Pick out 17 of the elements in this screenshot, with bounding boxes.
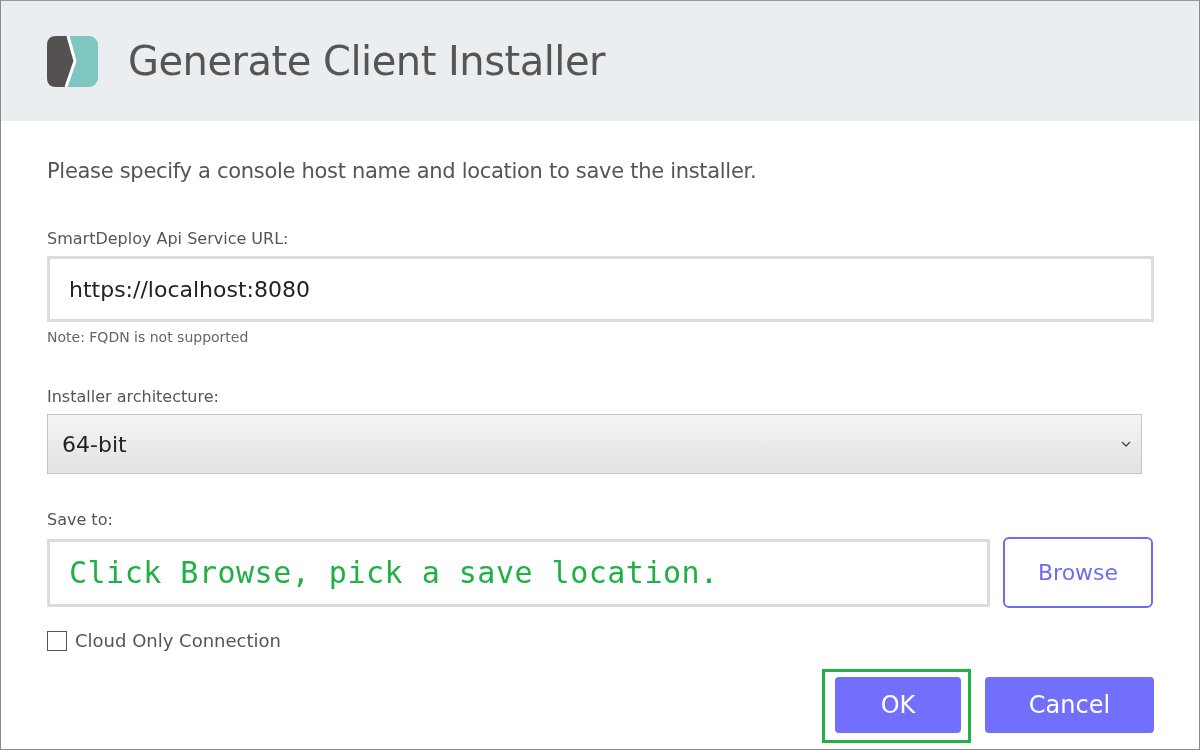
save-path-field[interactable]: Click Browse, pick a save location. [47, 538, 991, 607]
checkbox-label: Cloud Only Connection [75, 630, 281, 651]
instruction-text: Please specify a console host name and location to save the installer. [47, 159, 758, 183]
checkbox[interactable] [47, 630, 67, 651]
url-input-field[interactable]: https://localhost:8080 [47, 256, 1154, 322]
annotation-text: Click Browse, pick a save location. [69, 555, 719, 590]
note-text: Note: FQDN is not supported [47, 329, 250, 345]
browse-button[interactable]: Browse [1003, 537, 1153, 608]
cancel-button[interactable]: Cancel [985, 677, 1154, 733]
field-label: Installer architecture: [47, 387, 220, 406]
window-title: Generate Client Installer [128, 38, 605, 84]
chevron-down-icon [1121, 441, 1131, 447]
ok-button[interactable]: OK [835, 677, 961, 733]
app-logo-icon [47, 35, 98, 87]
field-label: Save to: [47, 510, 114, 529]
architecture-dropdown[interactable]: 64-bit [47, 414, 1142, 474]
field-label: SmartDeploy Api Service URL: [47, 229, 290, 248]
